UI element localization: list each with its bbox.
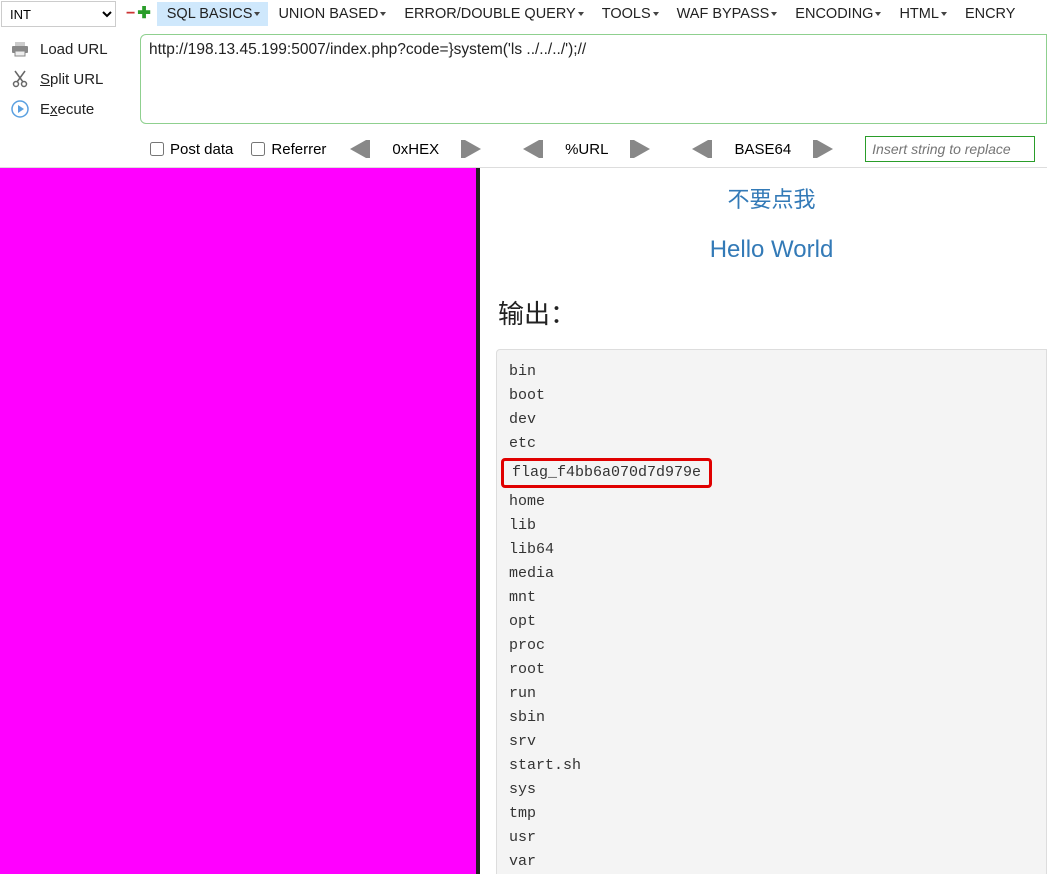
output-line: lib64 — [509, 538, 1034, 562]
output-line: start.sh — [509, 754, 1034, 778]
add-remove-group: − ✚ — [120, 0, 157, 28]
output-line: dev — [509, 408, 1034, 432]
content-area: 不要点我 Hello World 输出： binbootdevetcflag_f… — [0, 167, 1047, 874]
output-line: var — [509, 850, 1034, 874]
encode-b64-left[interactable] — [692, 140, 712, 158]
chevron-down-icon — [941, 12, 947, 16]
output-line: run — [509, 682, 1034, 706]
output-box: binbootdevetcflag_f4bb6a070d7d979ehomeli… — [496, 349, 1047, 874]
menu-encrypt[interactable]: ENCRY — [955, 2, 1024, 26]
referrer-checkbox[interactable]: Referrer — [251, 141, 326, 158]
output-line: opt — [509, 610, 1034, 634]
dont-click-link[interactable]: 不要点我 — [496, 182, 1047, 214]
printer-icon — [10, 39, 30, 59]
side-buttons: Load URL Split URL Execute — [0, 28, 140, 131]
menu-union-based[interactable]: UNION BASED — [268, 2, 394, 26]
post-data-check[interactable] — [150, 142, 164, 156]
url-row: Load URL Split URL Execute — [0, 28, 1047, 131]
menu-error-double-query[interactable]: ERROR/DOUBLE QUERY — [394, 2, 591, 26]
options-row: Post data Referrer 0xHEX %URL BASE64 — [0, 131, 1047, 167]
chevron-down-icon — [653, 12, 659, 16]
int-select[interactable]: INT — [1, 1, 116, 27]
output-line: home — [509, 490, 1034, 514]
output-label: 输出： — [498, 294, 1047, 331]
encode-b64-right[interactable] — [813, 140, 833, 158]
replace-input[interactable] — [865, 136, 1035, 162]
output-line: proc — [509, 634, 1034, 658]
output-line: media — [509, 562, 1034, 586]
plus-icon[interactable]: ✚ — [137, 6, 150, 22]
chevron-down-icon — [254, 12, 260, 16]
split-url-label: plit URL — [50, 71, 103, 88]
menu-tools[interactable]: TOOLS — [592, 2, 667, 26]
hello-world-text: Hello World — [496, 236, 1047, 264]
post-data-checkbox[interactable]: Post data — [150, 141, 233, 158]
menu-html[interactable]: HTML — [889, 2, 954, 26]
encode-hex-left[interactable] — [350, 140, 370, 158]
split-url-button[interactable]: Split URL — [10, 64, 136, 94]
menu-bar: SQL BASICS UNION BASED ERROR/DOUBLE QUER… — [157, 0, 1024, 28]
chevron-down-icon — [771, 12, 777, 16]
output-line: boot — [509, 384, 1034, 408]
minus-icon[interactable]: − — [126, 6, 135, 22]
menu-encoding[interactable]: ENCODING — [785, 2, 889, 26]
play-icon — [10, 99, 30, 119]
top-toolbar: INT − ✚ SQL BASICS UNION BASED ERROR/DOU… — [0, 0, 1047, 28]
referrer-check[interactable] — [251, 142, 265, 156]
encode-url-right[interactable] — [630, 140, 650, 158]
encode-url-left[interactable] — [523, 140, 543, 158]
chevron-down-icon — [875, 12, 881, 16]
menu-waf-bypass[interactable]: WAF BYPASS — [667, 2, 786, 26]
chevron-down-icon — [380, 12, 386, 16]
output-line: tmp — [509, 802, 1034, 826]
url-input[interactable] — [140, 34, 1047, 124]
encode-hex-right[interactable] — [461, 140, 481, 158]
chevron-down-icon — [578, 12, 584, 16]
encode-url-label: %URL — [555, 141, 618, 158]
left-pane — [0, 168, 480, 874]
output-line: srv — [509, 730, 1034, 754]
output-line: sys — [509, 778, 1034, 802]
scissors-icon — [10, 69, 30, 89]
output-line: usr — [509, 826, 1034, 850]
load-url-button[interactable]: Load URL — [10, 34, 136, 64]
flag-highlight: flag_f4bb6a070d7d979e — [501, 458, 712, 488]
output-line: etc — [509, 432, 1034, 456]
output-line: lib — [509, 514, 1034, 538]
output-line: bin — [509, 360, 1034, 384]
output-line: flag_f4bb6a070d7d979e — [509, 456, 1034, 490]
encode-b64-label: BASE64 — [724, 141, 801, 158]
output-line: mnt — [509, 586, 1034, 610]
output-line: sbin — [509, 706, 1034, 730]
encode-hex-label: 0xHEX — [382, 141, 449, 158]
output-line: root — [509, 658, 1034, 682]
right-pane: 不要点我 Hello World 输出： binbootdevetcflag_f… — [480, 168, 1047, 874]
execute-button[interactable]: Execute — [10, 94, 136, 124]
menu-sql-basics[interactable]: SQL BASICS — [157, 2, 269, 26]
